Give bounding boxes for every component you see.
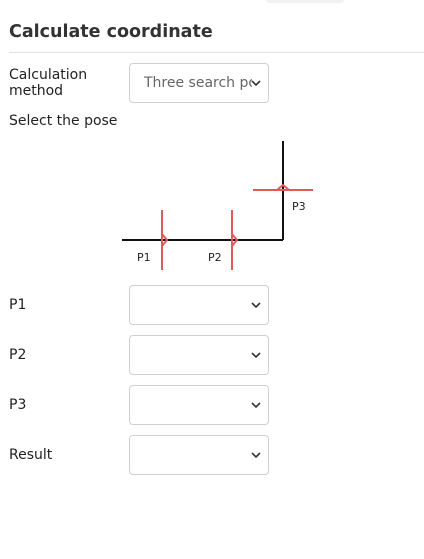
top-tab-edge [266,0,344,3]
chevron-down-icon [251,352,261,359]
p3-label: P3 [292,200,306,213]
title-divider [9,52,424,53]
chevron-down-icon [251,402,261,409]
chevron-down-icon [251,80,261,87]
p2-select[interactable] [129,335,269,375]
result-select[interactable] [129,435,269,475]
p1-select[interactable] [129,285,269,325]
select-pose-label: Select the pose [9,113,118,129]
p2-field-label: P2 [9,347,27,363]
result-field-label: Result [9,447,53,463]
p3-select[interactable] [129,385,269,425]
calculation-method-value: Three search points [144,75,252,91]
page-title: Calculate coordinate [9,22,213,42]
p2-label: P2 [208,251,222,264]
chevron-down-icon [251,452,261,459]
chevron-down-icon [251,302,261,309]
p3-field-label: P3 [9,397,27,413]
pose-diagram: P1 P2 P3 [122,141,313,270]
calculation-method-label: Calculation method [9,67,88,99]
calculation-method-select[interactable]: Three search points [129,63,269,103]
p1-label: P1 [137,251,151,264]
p1-field-label: P1 [9,297,27,313]
